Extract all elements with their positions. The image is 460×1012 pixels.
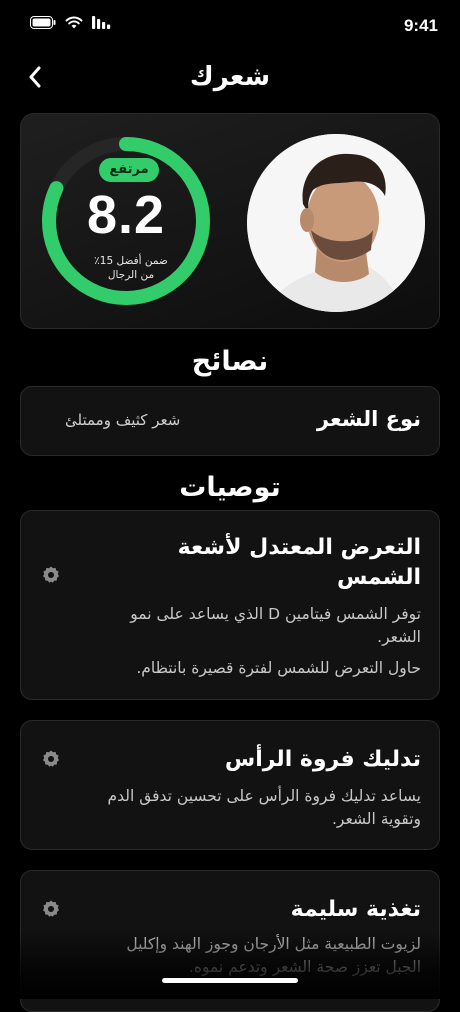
recommendation-title-line2: الشمس bbox=[336, 565, 421, 590]
recommendation-text-line3: حاول التعرض للشمس لفترة قصيرة بانتظام. bbox=[136, 659, 421, 677]
battery-icon bbox=[30, 16, 56, 29]
recommendation-card-scalp-massage[interactable]: تدليك فروة الرأس يساعد تدليك فروة الرأس … bbox=[20, 720, 440, 850]
score-value: 8.2 bbox=[86, 185, 166, 245]
status-bar: 9:41 bbox=[0, 0, 460, 52]
signal-icon bbox=[92, 16, 111, 29]
recommendation-title: تدليك فروة الرأس bbox=[224, 747, 421, 772]
gear-icon bbox=[43, 566, 59, 583]
nav-bar: شعرك bbox=[0, 52, 460, 104]
recommendation-card-nutrition[interactable]: تغذية سليمة لزيوت الطبيعية مثل الأرجان و… bbox=[20, 870, 440, 1012]
hair-type-label: نوع الشعر bbox=[316, 407, 421, 431]
portrait-image bbox=[247, 134, 425, 312]
recommendation-title: تغذية سليمة bbox=[290, 897, 421, 922]
status-icons bbox=[30, 16, 112, 29]
recommendations-title: توصيات bbox=[179, 472, 281, 503]
hair-type-value: شعر كثيف وممتلئ bbox=[65, 411, 181, 429]
recommendation-title: التعرض المعتدل لأشعة bbox=[177, 535, 421, 560]
recommendation-card-sun[interactable]: التعرض المعتدل لأشعة الشمس توفر الشمس في… bbox=[20, 510, 440, 700]
gear-icon bbox=[43, 750, 59, 767]
gear-icon bbox=[43, 900, 59, 917]
score-card: مرتفع 8.2 ضمن أفضل 15٪ من الرجال bbox=[20, 113, 440, 329]
recommendation-text-line2: الجبل تعزز صحة الشعر وتدعم نموه. bbox=[188, 958, 421, 976]
recommendation-text-line2: الشعر. bbox=[377, 628, 421, 646]
score-badge: مرتفع bbox=[99, 158, 159, 182]
home-indicator[interactable] bbox=[162, 978, 298, 983]
page-title: شعرك bbox=[189, 62, 271, 92]
hair-type-card: نوع الشعر شعر كثيف وممتلئ bbox=[20, 386, 440, 456]
recommendation-text-line2: وتقوية الشعر. bbox=[331, 810, 421, 828]
status-time: 9:41 bbox=[403, 16, 438, 35]
recommendation-text: لزيوت الطبيعية مثل الأرجان وجوز الهند وإ… bbox=[126, 935, 421, 953]
wifi-icon bbox=[65, 16, 83, 29]
recommendation-text: توفر الشمس فيتامين D الذي يساعد على نمو bbox=[130, 605, 421, 623]
recommendation-text: يساعد تدليك فروة الرأس على تحسين تدفق ال… bbox=[107, 787, 422, 805]
score-gauge: مرتفع 8.2 ضمن أفضل 15٪ من الرجال bbox=[33, 128, 219, 314]
tips-title: نصائح bbox=[191, 346, 269, 377]
score-caption: ضمن أفضل 15٪ من الرجال bbox=[94, 255, 168, 281]
avatar bbox=[247, 134, 425, 312]
